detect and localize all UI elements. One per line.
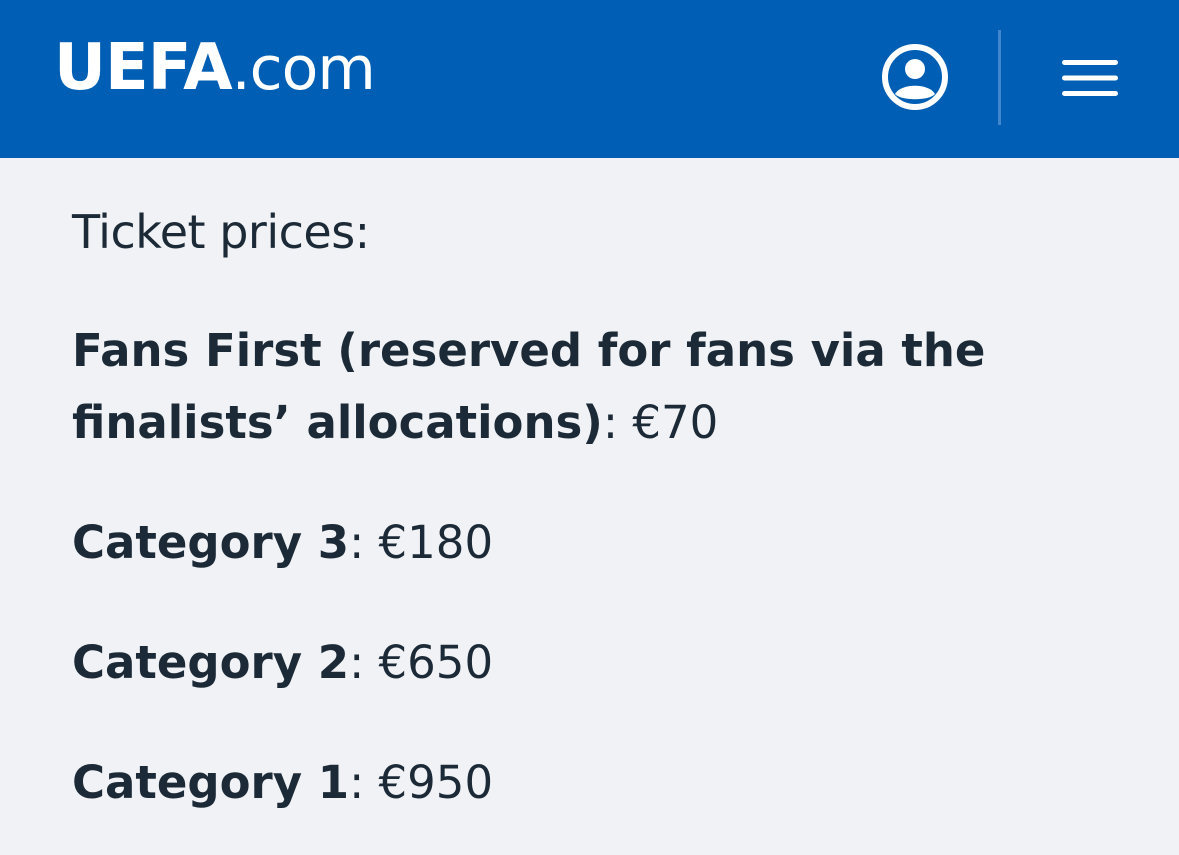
price-item-category-1: Category 1: €950 <box>72 747 493 819</box>
price-label: Fans First (reserved for fans via the fi… <box>72 324 986 449</box>
price-value: €950 <box>378 756 494 809</box>
ticket-prices-heading: Ticket prices: <box>72 205 370 259</box>
hamburger-menu-icon <box>1062 60 1118 96</box>
user-circle-icon <box>882 44 948 110</box>
logo-brand-text: UEFA <box>54 31 233 105</box>
uefa-logo-link[interactable]: UEFA.com <box>54 36 376 100</box>
menu-button[interactable] <box>1060 56 1120 100</box>
top-navigation-bar: UEFA.com <box>0 0 1179 158</box>
price-value: €180 <box>378 516 494 569</box>
price-label: Category 2 <box>72 636 350 689</box>
price-separator: : <box>349 516 365 569</box>
price-label: Category 3 <box>72 516 350 569</box>
price-item-category-3: Category 3: €180 <box>72 507 493 579</box>
account-button[interactable] <box>881 43 949 111</box>
price-separator: : <box>602 396 619 449</box>
logo-domain-text: .com <box>231 34 376 104</box>
price-label: Category 1 <box>72 756 350 809</box>
price-separator: : <box>349 756 365 809</box>
header-divider <box>998 30 1001 125</box>
price-item-category-2: Category 2: €650 <box>72 627 493 699</box>
price-value: €650 <box>378 636 494 689</box>
price-item-fans-first: Fans First (reserved for fans via the fi… <box>72 315 1072 459</box>
price-separator: : <box>349 636 365 689</box>
price-value: €70 <box>632 396 719 449</box>
